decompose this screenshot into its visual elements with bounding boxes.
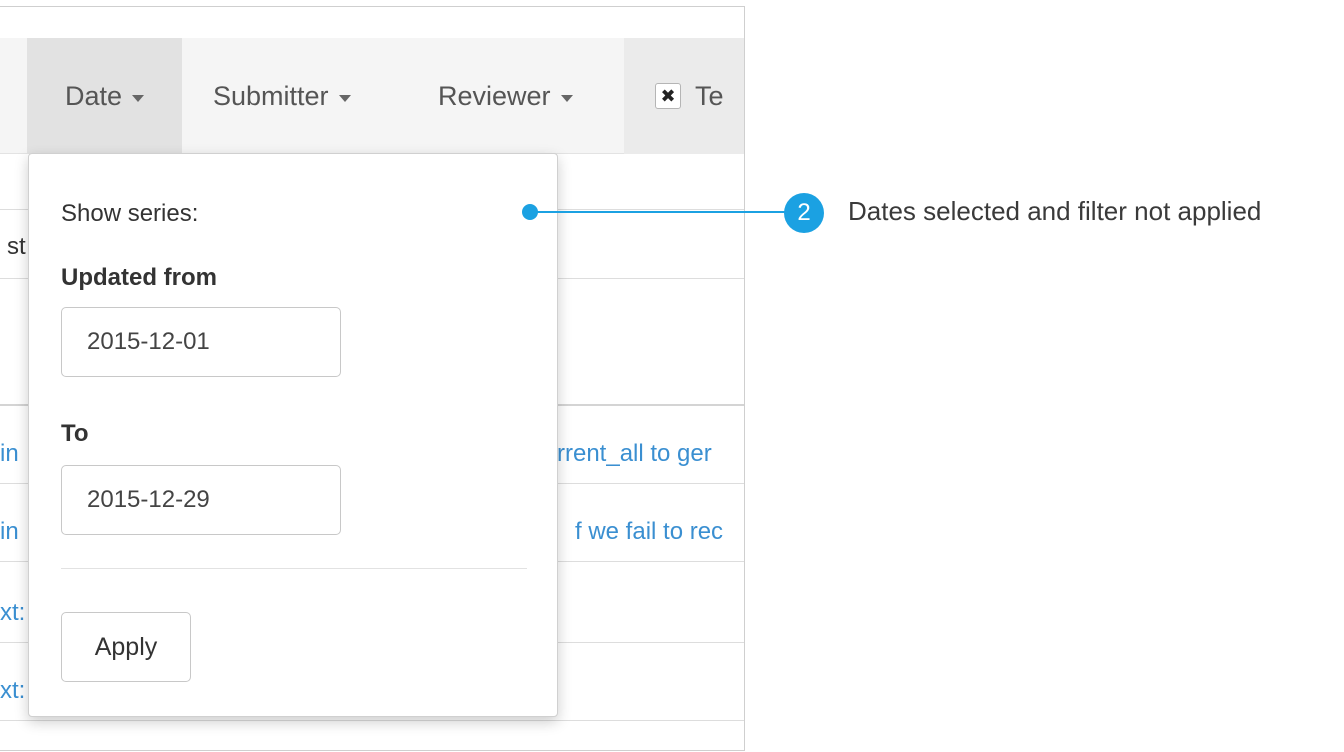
table-row-link[interactable]: rrent_all to ger bbox=[557, 440, 712, 468]
callout-anchor-dot bbox=[522, 204, 538, 220]
table-row-link[interactable]: in bbox=[0, 440, 19, 468]
filter-chip-label: Te bbox=[695, 80, 724, 111]
caret-down-icon bbox=[338, 94, 351, 102]
submitter-filter-label: Submitter bbox=[213, 80, 329, 111]
callout-connector-line bbox=[530, 211, 792, 213]
row-divider bbox=[0, 720, 744, 721]
caret-down-icon bbox=[132, 94, 145, 102]
callout-text: Dates selected and filter not applied bbox=[848, 196, 1262, 226]
table-row-link[interactable]: f we fail to rec bbox=[575, 518, 723, 546]
to-label: To bbox=[61, 420, 89, 447]
callout-number-badge: 2 bbox=[784, 193, 824, 233]
app-screenshot-frame: Date Submitter Reviewer ✖ Te st in rrent… bbox=[0, 6, 745, 751]
reviewer-filter-menu[interactable]: Reviewer bbox=[438, 38, 573, 154]
filter-chip[interactable]: ✖ Te bbox=[624, 38, 744, 154]
filter-navbar: Date Submitter Reviewer ✖ Te bbox=[0, 38, 744, 154]
updated-from-input[interactable] bbox=[61, 307, 341, 377]
close-icon[interactable]: ✖ bbox=[655, 83, 681, 109]
table-row-link[interactable]: in bbox=[0, 518, 19, 546]
date-filter-menu[interactable]: Date bbox=[27, 38, 182, 154]
updated-from-label: Updated from bbox=[61, 264, 217, 291]
submitter-filter-menu[interactable]: Submitter bbox=[213, 38, 351, 154]
apply-button[interactable]: Apply bbox=[61, 612, 191, 682]
to-date-input[interactable] bbox=[61, 465, 341, 535]
dropdown-divider bbox=[61, 568, 527, 569]
caret-down-icon bbox=[560, 94, 573, 102]
date-filter-dropdown: Show series: Updated from To Apply bbox=[28, 153, 558, 717]
annotated-screenshot: Date Submitter Reviewer ✖ Te st in rrent… bbox=[0, 0, 1344, 752]
date-filter-label: Date bbox=[64, 80, 123, 111]
table-row-link[interactable]: xt: bbox=[0, 599, 25, 627]
table-row-link[interactable]: xt: bbox=[0, 677, 25, 705]
dropdown-heading: Show series: bbox=[61, 200, 199, 227]
reviewer-filter-label: Reviewer bbox=[438, 80, 551, 111]
table-row-text: st bbox=[7, 233, 26, 260]
